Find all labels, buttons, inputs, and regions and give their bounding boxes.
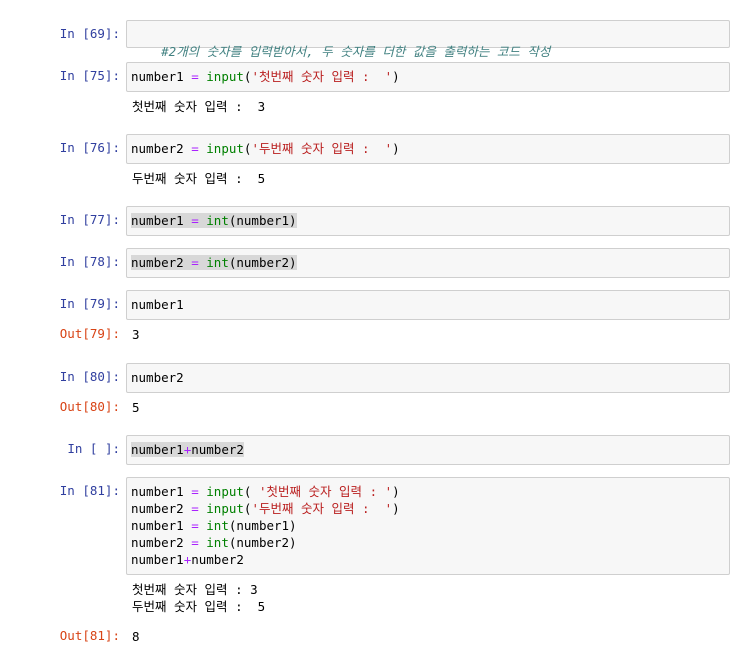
code-string: '첫번째 숫자 입력 : ' [258,484,393,499]
code-operator: = [183,69,207,84]
execute-result: 3 [132,327,140,342]
input-prompt: In [77]: [59,212,120,227]
code-identifier: number1 [131,69,184,84]
input-prompt: In [69]: [59,26,120,41]
input-prompt: In [75]: [59,68,120,83]
code-builtin: int [206,255,229,270]
code-identifier: number2 [131,255,184,270]
output-prompt: Out[80]: [59,399,120,414]
code-editor[interactable]: number1 = input('첫번째 숫자 입력 : ') [126,62,730,92]
code-identifier: number2 [131,501,184,516]
code-builtin: input [206,501,244,516]
code-identifier: number2 [131,370,184,385]
code-string: '두번째 숫자 입력 : ' [251,141,393,156]
code-identifier: number2 [191,552,244,567]
code-builtin: input [206,69,244,84]
code-builtin: int [206,535,229,550]
code-identifier: number2 [131,141,184,156]
code-identifier: number1 [131,552,184,567]
input-prompt: In [81]: [59,483,120,498]
input-prompt: In [80]: [59,369,120,384]
code-identifier: number1 [131,297,184,312]
code-editor[interactable]: number1+number2 [126,435,730,465]
code-editor[interactable]: number1 [126,290,730,320]
code-editor[interactable]: number1 = input( '첫번째 숫자 입력 : ') number2… [126,477,730,575]
code-punctuation: (number2) [228,255,297,270]
code-editor[interactable]: number2 [126,363,730,393]
code-builtin: input [206,484,244,499]
code-editor[interactable]: number1 = int(number1) [126,206,730,236]
code-identifier: number1 [131,213,184,228]
input-prompt: In [76]: [59,140,120,155]
code-punctuation: ) [392,141,400,156]
code-editor[interactable]: number2 = input('두번째 숫자 입력 : ') [126,134,730,164]
code-punctuation: (number1) [228,518,297,533]
code-editor[interactable]: #2개의 숫자를 입력받아서, 두 숫자를 더한 값을 출력하는 코드 작성 [126,20,730,59]
execute-result: 5 [132,400,140,415]
code-punctuation: ( [243,484,259,499]
code-identifier: number2 [131,535,184,550]
input-prompt: In [79]: [59,296,120,311]
code-string: '두번째 숫자 입력 : ' [251,501,393,516]
code-builtin: input [206,141,244,156]
code-operator: = [183,255,207,270]
code-punctuation: (number2) [228,535,297,550]
stdout-output: 두번째 숫자 입력 : 5 [132,171,266,186]
code-editor[interactable]: number2 = int(number2) [126,248,730,278]
input-prompt: In [78]: [59,254,120,269]
code-punctuation: ) [392,69,400,84]
code-operator: = [183,484,207,499]
code-identifier: number2 [191,442,244,457]
code-string: '첫번째 숫자 입력 : ' [251,69,393,84]
code-punctuation: ) [392,484,400,499]
stdout-output: 첫번째 숫자 입력 : 3 [132,99,266,114]
code-builtin: int [206,213,229,228]
input-prompt: In [ ]: [67,441,120,456]
code-punctuation: (number1) [228,213,297,228]
code-identifier: number1 [131,442,184,457]
code-operator: = [183,213,207,228]
code-identifier: number1 [131,484,184,499]
code-builtin: int [206,518,229,533]
code-punctuation: ) [392,501,400,516]
code-comment: #2개의 숫자를 입력받아서, 두 숫자를 더한 값을 출력하는 코드 작성 [161,44,551,59]
code-operator: = [183,518,207,533]
code-operator: = [183,535,207,550]
output-prompt: Out[81]: [59,628,120,643]
code-identifier: number1 [131,518,184,533]
code-operator: = [183,501,207,516]
execute-result: 8 [132,629,140,644]
output-prompt: Out[79]: [59,326,120,341]
code-operator: = [183,141,207,156]
stdout-output: 첫번째 숫자 입력 : 3 두번째 숫자 입력 : 5 [132,582,266,614]
